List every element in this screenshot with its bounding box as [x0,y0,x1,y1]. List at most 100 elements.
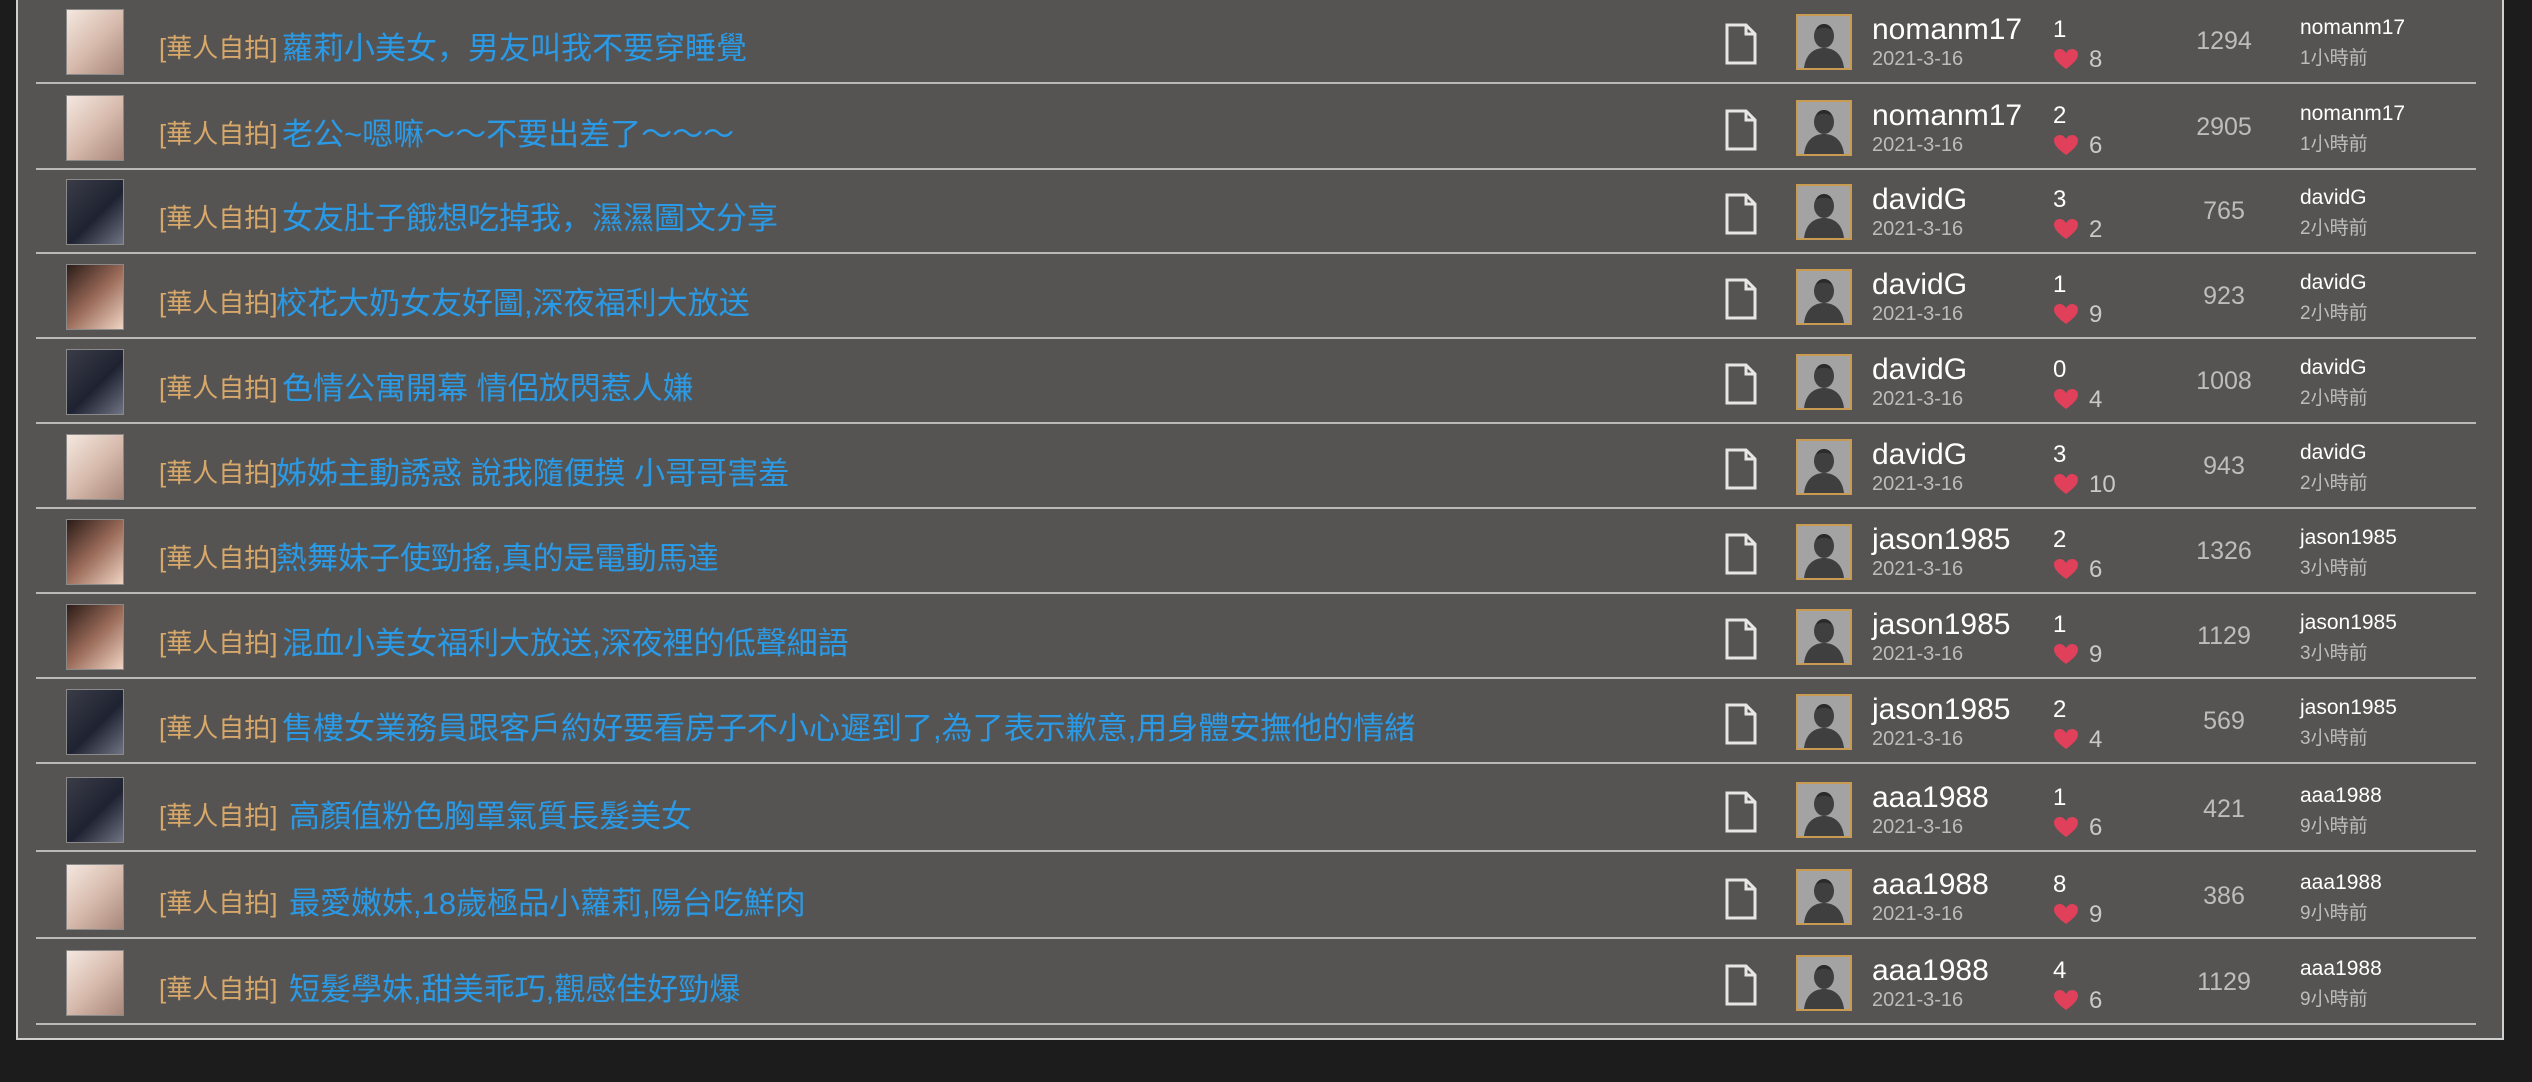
view-count: 1129 [2197,622,2251,650]
last-post-time: 9小時前 [2300,903,2368,924]
thread-author[interactable]: davidG [1872,268,1967,302]
thread-author[interactable]: aaa1988 [1872,781,1989,815]
thread-category[interactable]: [華人自拍] [159,114,277,151]
thread-category[interactable]: [華人自拍] [159,198,277,235]
thread-title-link[interactable]: 短髮學妹,甜美乖巧,觀感佳好勁爆 [289,964,740,1009]
thread-row: [華人自拍] 短髮學妹,甜美乖巧,觀感佳好勁爆 aaa1988 2021-3-1… [36,941,2476,1025]
last-post-user[interactable]: davidG [2300,441,2367,465]
view-count: 1008 [2196,367,2252,395]
author-avatar[interactable] [1796,100,1852,156]
author-avatar[interactable] [1796,609,1852,665]
last-post-user[interactable]: jason1985 [2300,611,2397,635]
thread-author[interactable]: davidG [1872,183,1967,217]
last-post-time: 3小時前 [2300,643,2368,664]
author-avatar[interactable] [1796,955,1852,1011]
thread-thumbnail[interactable] [66,264,124,330]
document-icon [1725,448,1757,490]
author-avatar[interactable] [1796,184,1852,240]
reply-count: 1 [2053,271,2067,298]
author-avatar[interactable] [1796,782,1852,838]
heart-icon [2054,729,2078,749]
thread-author[interactable]: nomanm17 [1872,99,2022,133]
author-avatar[interactable] [1796,439,1852,495]
reply-count: 0 [2053,356,2067,383]
thread-author[interactable]: davidG [1872,438,1967,472]
thread-category[interactable]: [華人自拍] [159,283,277,320]
like-count: 4 [2089,386,2103,413]
author-avatar[interactable] [1796,354,1852,410]
last-post-user[interactable]: davidG [2300,271,2367,295]
last-post-user[interactable]: jason1985 [2300,696,2397,720]
view-count: 1294 [2196,27,2252,55]
thread-thumbnail[interactable] [66,349,124,415]
thread-row: [華人自拍] 售樓女業務員跟客戶約好要看房子不小心遲到了,為了表示歉意,用身體安… [36,680,2476,764]
thread-thumbnail[interactable] [66,604,124,670]
thread-thumbnail[interactable] [66,434,124,500]
reply-count: 2 [2053,526,2067,553]
thread-title-link[interactable]: 蘿莉小美女，男友叫我不要穿睡覺 [282,23,747,68]
thread-category[interactable]: [華人自拍] [159,796,277,833]
thread-thumbnail[interactable] [66,9,124,75]
thread-title-link[interactable]: 高顏值粉色胸罩氣質長髮美女 [289,791,692,836]
thread-thumbnail[interactable] [66,95,124,161]
thread-thumbnail[interactable] [66,777,124,843]
thread-thumbnail[interactable] [66,179,124,245]
thread-category[interactable]: [華人自拍] [159,708,277,745]
author-avatar[interactable] [1796,524,1852,580]
thread-title-link[interactable]: 售樓女業務員跟客戶約好要看房子不小心遲到了,為了表示歉意,用身體安撫他的情緒 [282,703,1415,748]
thread-category[interactable]: [華人自拍] [159,623,277,660]
last-post-user[interactable]: nomanm17 [2300,102,2405,126]
thread-row: [華人自拍] 姊姊主動誘惑 說我隨便摸 小哥哥害羞 davidG 2021-3-… [36,425,2476,509]
reply-count: 8 [2053,871,2067,898]
thread-title-link[interactable]: 女友肚子餓想吃掉我，濕濕圖文分享 [282,193,778,238]
thread-author[interactable]: aaa1988 [1872,868,1989,902]
last-post-user[interactable]: aaa1988 [2300,784,2382,808]
thread-author[interactable]: davidG [1872,353,1967,387]
last-post-user[interactable]: davidG [2300,356,2367,380]
author-avatar[interactable] [1796,869,1852,925]
thread-row: [華人自拍] 老公~嗯嘛～～不要出差了～～～ nomanm17 2021-3-1… [36,86,2476,170]
thread-title-link[interactable]: 最愛嫩妹,18歲極品小蘿莉,陽台吃鮮肉 [289,878,806,923]
like-count: 9 [2089,301,2103,328]
default-avatar-icon [1798,186,1850,238]
last-post-user[interactable]: aaa1988 [2300,957,2382,981]
thread-thumbnail[interactable] [66,950,124,1016]
last-post-user[interactable]: davidG [2300,186,2367,210]
default-avatar-icon [1798,271,1850,323]
thread-title-link[interactable]: 混血小美女福利大放送,深夜裡的低聲細語 [282,618,849,663]
thread-title-link[interactable]: 老公~嗯嘛～～不要出差了～～～ [282,109,734,154]
thread-category[interactable]: [華人自拍] [159,28,277,65]
view-count: 1129 [2197,968,2251,996]
like-count: 6 [2089,987,2103,1014]
author-avatar[interactable] [1796,14,1852,70]
document-icon [1725,791,1757,833]
thread-category[interactable]: [華人自拍] [159,969,277,1006]
thread-title-link[interactable]: 熱舞妹子使勁搖,真的是電動馬達 [276,533,719,578]
like-count: 6 [2089,814,2103,841]
author-avatar[interactable] [1796,269,1852,325]
thread-category[interactable]: [華人自拍] [159,453,277,490]
thread-category[interactable]: [華人自拍] [159,883,277,920]
thread-thumbnail[interactable] [66,689,124,755]
view-count: 1326 [2196,537,2252,565]
thread-category[interactable]: [華人自拍] [159,368,277,405]
thread-thumbnail[interactable] [66,864,124,930]
thread-author[interactable]: jason1985 [1872,693,2010,727]
last-post-user[interactable]: nomanm17 [2300,16,2405,40]
thread-author[interactable]: aaa1988 [1872,954,1989,988]
last-post-user[interactable]: jason1985 [2300,526,2397,550]
thread-thumbnail[interactable] [66,519,124,585]
thread-author[interactable]: jason1985 [1872,523,2010,557]
thread-date: 2021-3-16 [1872,903,1964,925]
thread-author[interactable]: nomanm17 [1872,13,2022,47]
heart-icon [2054,135,2078,155]
thread-category[interactable]: [華人自拍] [159,538,277,575]
thread-author[interactable]: jason1985 [1872,608,2010,642]
thread-title-link[interactable]: 姊姊主動誘惑 說我隨便摸 小哥哥害羞 [276,448,789,493]
like-count: 9 [2089,901,2103,928]
author-avatar[interactable] [1796,694,1852,750]
thread-title-link[interactable]: 色情公寓開幕 情侶放閃惹人嫌 [282,363,694,408]
last-post-user[interactable]: aaa1988 [2300,871,2382,895]
heart-icon [2054,389,2078,409]
thread-title-link[interactable]: 校花大奶女友好圖,深夜福利大放送 [276,278,750,323]
